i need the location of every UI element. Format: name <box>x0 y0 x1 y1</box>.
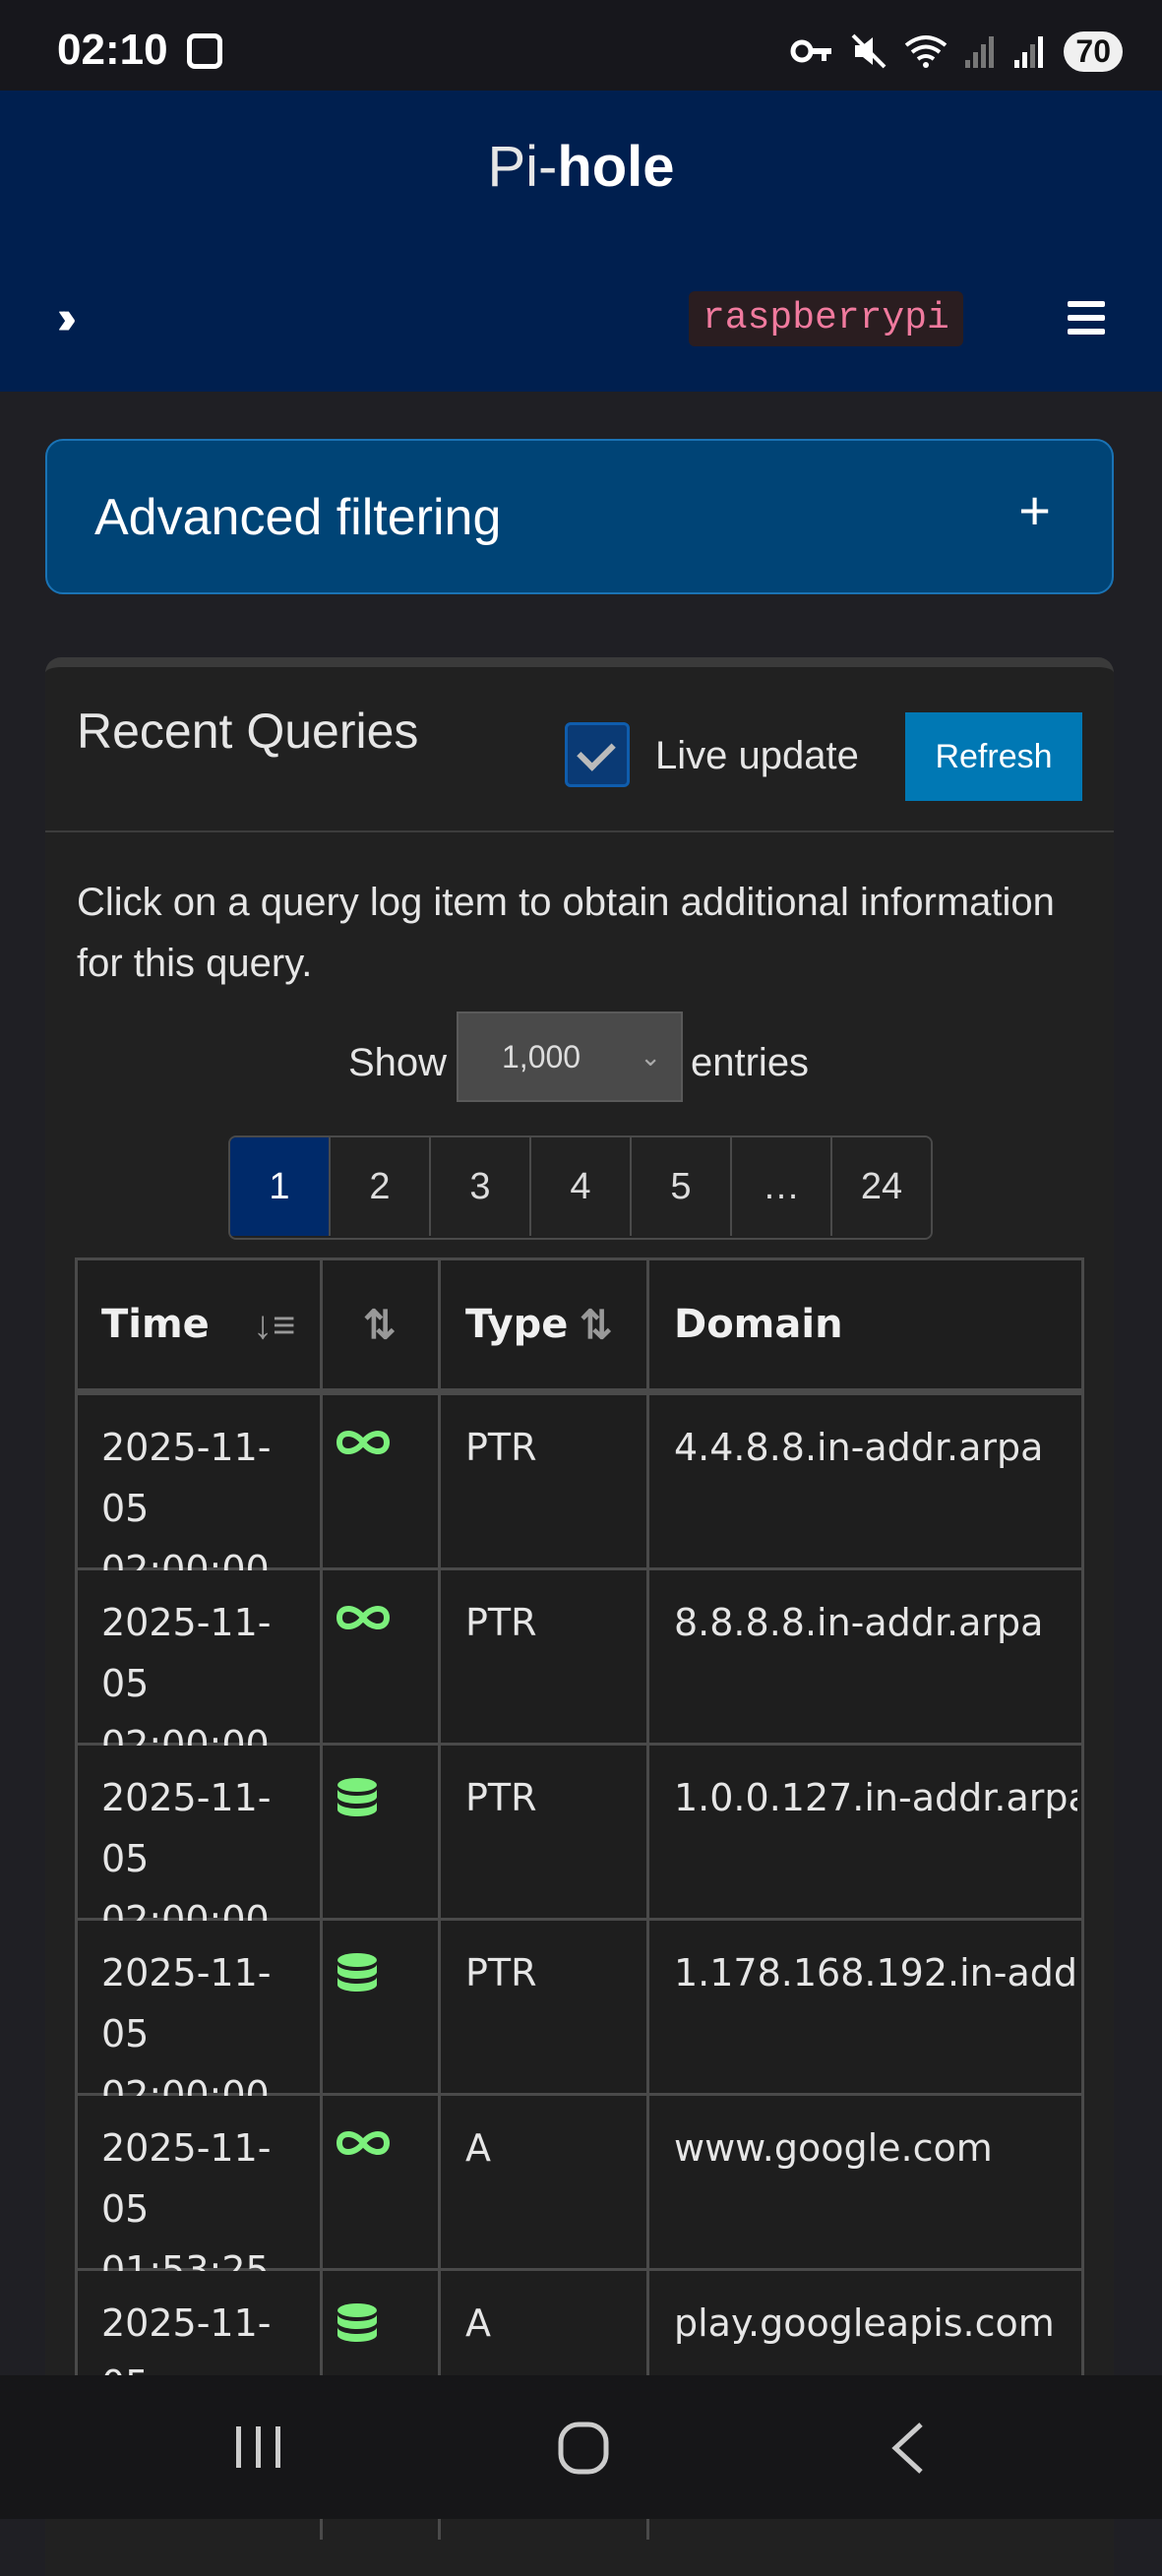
table-row[interactable]: 2025-11-05 02:00:00 PTR 1.0.0.127.in-addr.a… <box>78 1746 1081 1941</box>
home-icon[interactable] <box>557 2421 612 2476</box>
table-row[interactable]: 2025-11-05 02:00:00 PTR 1.178.168.192.in-ad… <box>78 1921 1081 2116</box>
live-update-label[interactable]: Live update <box>655 734 859 778</box>
page-button[interactable]: 4 <box>531 1137 632 1236</box>
domain-cell: play.googleapis.com <box>674 2301 1055 2345</box>
date-text: 2025-11-05 <box>101 1601 272 1705</box>
domain-cell: 1.0.0.127.in-addr.arpa <box>674 1776 1077 1819</box>
table-row[interactable]: 2025-11-05 02:00:00 PTR 4.4.8.8.in-addr.arp… <box>78 1395 1081 1591</box>
logo-prefix: Pi- <box>487 135 558 199</box>
infinity-icon <box>336 1602 391 1638</box>
type-cell: PTR <box>465 1776 537 1819</box>
back-icon[interactable] <box>886 2421 929 2476</box>
type-cell: A <box>465 2126 491 2170</box>
hostname-badge: raspberrypi <box>689 291 963 346</box>
date-text: 2025-11-05 <box>101 1426 272 1530</box>
infinity-icon <box>336 1427 391 1463</box>
page-button[interactable]: 24 <box>832 1137 931 1236</box>
database-icon <box>336 1777 379 1829</box>
live-update-checkbox[interactable] <box>565 722 630 787</box>
pihole-logo[interactable]: Pi-hole <box>0 134 1162 200</box>
status-time: 02:10 <box>57 26 168 74</box>
refresh-button[interactable]: Refresh <box>905 712 1082 801</box>
hamburger-menu-icon[interactable] <box>1068 301 1105 342</box>
chevrons-right-icon[interactable]: ›› <box>57 291 77 345</box>
sort-desc-icon[interactable]: ↓≡ <box>253 1306 295 1345</box>
infinity-icon <box>336 2127 391 2164</box>
type-cell: A <box>465 2301 491 2345</box>
page-button[interactable]: 3 <box>431 1137 531 1236</box>
page-button[interactable]: 2 <box>331 1137 431 1236</box>
recent-queries-card: Recent Queries Live update Refresh Click… <box>45 657 1114 2576</box>
date-text: 2025-11-05 <box>101 1951 272 2055</box>
type-cell: PTR <box>465 1426 537 1469</box>
battery-indicator: 70 <box>1064 31 1123 72</box>
type-cell: PTR <box>465 1601 537 1644</box>
recent-apps-icon[interactable] <box>232 2421 287 2472</box>
mute-icon <box>851 33 887 69</box>
vpn-key-icon <box>790 39 832 63</box>
domain-cell: 1.178.168.192.in-addr.arpa <box>674 1951 1077 1994</box>
database-icon <box>336 2302 379 2355</box>
page-ellipsis: … <box>732 1137 832 1236</box>
screenshot-icon <box>187 33 222 69</box>
advanced-filtering-title: Advanced filtering <box>94 489 502 546</box>
expand-plus-icon[interactable]: + <box>1018 478 1051 542</box>
advanced-filtering-panel[interactable]: Advanced filtering + <box>45 439 1114 594</box>
logo-bold: hole <box>557 135 675 199</box>
status-bar: 02:10 70 <box>0 0 1162 91</box>
column-divider <box>320 1260 323 2540</box>
type-cell: PTR <box>465 1951 537 1994</box>
column-divider <box>646 1260 649 2540</box>
column-time[interactable]: Time <box>101 1260 210 1388</box>
column-domain[interactable]: Domain <box>674 1260 843 1388</box>
entries-label: entries <box>691 1041 810 1084</box>
page-button[interactable]: 1 <box>230 1137 331 1236</box>
sort-icon[interactable]: ⇅ <box>363 1306 397 1345</box>
divider <box>45 830 1114 832</box>
database-icon <box>336 1952 379 2004</box>
signal-icon <box>965 34 997 68</box>
date-text: 2025-11-05 <box>101 2126 272 2231</box>
entries-select[interactable]: 1,000 ⌄ <box>457 1012 683 1102</box>
signal-icon <box>1014 34 1046 68</box>
table-row[interactable]: 2025-11-05 02:00:00 PTR 8.8.8.8.in-addr.arp… <box>78 1570 1081 1766</box>
column-divider <box>438 1260 441 2540</box>
domain-cell: www.google.com <box>674 2126 993 2170</box>
card-title: Recent Queries <box>77 704 419 759</box>
table-header: Time ↓≡ ⇅ Type ⇅ Domain <box>78 1260 1081 1395</box>
info-text: Click on a query log item to obtain addi… <box>77 881 1055 985</box>
chevron-down-icon: ⌄ <box>640 1042 661 1072</box>
entries-select-value: 1,000 <box>502 1039 581 1074</box>
table-body: 2025-11-05 02:00:00 PTR 4.4.8.8.in-addr.arp… <box>78 1395 1081 2467</box>
system-nav-bar <box>0 2375 1162 2519</box>
wifi-icon <box>905 35 948 68</box>
pagination: 1 2 3 4 5 … 24 <box>228 1135 933 1240</box>
page-button[interactable]: 5 <box>632 1137 732 1236</box>
domain-cell: 8.8.8.8.in-addr.arpa <box>674 1601 1044 1644</box>
show-label: Show <box>348 1041 448 1084</box>
domain-cell: 4.4.8.8.in-addr.arpa <box>674 1426 1044 1469</box>
sort-icon[interactable]: ⇅ <box>580 1306 613 1345</box>
column-type[interactable]: Type <box>465 1260 568 1388</box>
query-table: Time ↓≡ ⇅ Type ⇅ Domain 2025-11-05 02:00:… <box>75 1257 1084 2540</box>
status-icons: 70 <box>790 30 1123 73</box>
table-row[interactable]: 2025-11-05 01:53:25 Awww.google.com <box>78 2096 1081 2292</box>
date-text: 2025-11-05 <box>101 1776 272 1880</box>
